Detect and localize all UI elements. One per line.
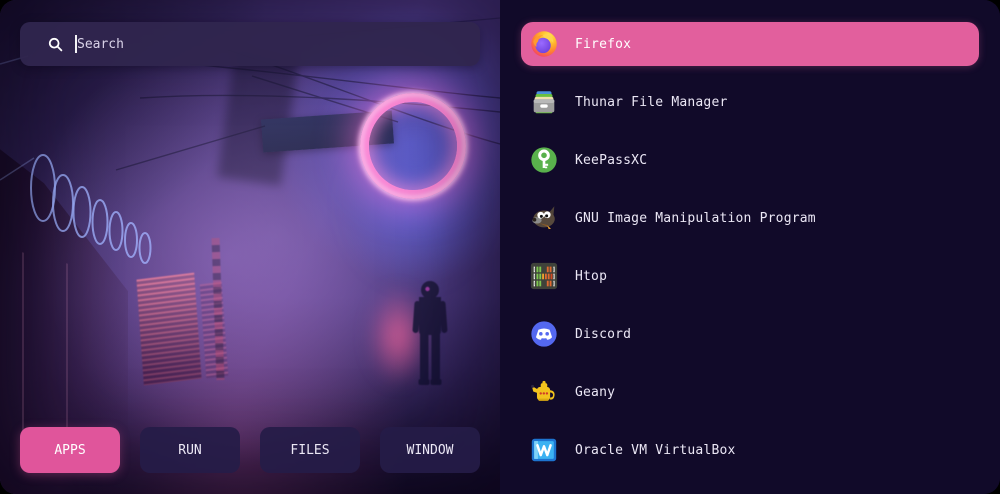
virtualbox-icon bbox=[529, 435, 559, 465]
gimp-icon bbox=[529, 203, 559, 233]
app-label: Geany bbox=[575, 385, 615, 400]
app-label: Discord bbox=[575, 327, 631, 342]
firefox-icon bbox=[529, 29, 559, 59]
search-input[interactable] bbox=[77, 37, 480, 52]
app-row-virtualbox[interactable]: Oracle VM VirtualBox bbox=[521, 428, 979, 472]
app-row-keepassxc[interactable]: KeePassXC bbox=[521, 138, 979, 182]
app-label: Oracle VM VirtualBox bbox=[575, 443, 736, 458]
app-row-geany[interactable]: Geany bbox=[521, 370, 979, 414]
htop-icon bbox=[529, 261, 559, 291]
wallpaper-vignette bbox=[0, 0, 500, 494]
app-row-firefox[interactable]: Firefox bbox=[521, 22, 979, 66]
app-label: GNU Image Manipulation Program bbox=[575, 211, 816, 226]
text-caret bbox=[75, 35, 77, 53]
app-label: KeePassXC bbox=[575, 153, 647, 168]
tab-run[interactable]: RUN bbox=[140, 427, 240, 473]
search-bar[interactable] bbox=[20, 22, 480, 66]
keepassxc-icon bbox=[529, 145, 559, 175]
thunar-icon bbox=[529, 87, 559, 117]
launcher-window: APPS RUN FILES WINDOW bbox=[0, 0, 1000, 494]
app-row-thunar[interactable]: Thunar File Manager bbox=[521, 80, 979, 124]
geany-icon bbox=[529, 377, 559, 407]
app-row-discord[interactable]: Discord bbox=[521, 312, 979, 356]
search-icon bbox=[48, 37, 63, 52]
mode-tabs: APPS RUN FILES WINDOW bbox=[0, 427, 500, 473]
tab-window[interactable]: WINDOW bbox=[380, 427, 480, 473]
app-row-htop[interactable]: Htop bbox=[521, 254, 979, 298]
app-label: Thunar File Manager bbox=[575, 95, 728, 110]
discord-icon bbox=[529, 319, 559, 349]
left-panel: APPS RUN FILES WINDOW bbox=[0, 0, 500, 494]
tab-files[interactable]: FILES bbox=[260, 427, 360, 473]
app-label: Htop bbox=[575, 269, 607, 284]
app-list: Firefox Thunar File Manager bbox=[500, 0, 1000, 494]
tab-apps[interactable]: APPS bbox=[20, 427, 120, 473]
app-label: Firefox bbox=[575, 37, 631, 52]
app-row-gimp[interactable]: GNU Image Manipulation Program bbox=[521, 196, 979, 240]
